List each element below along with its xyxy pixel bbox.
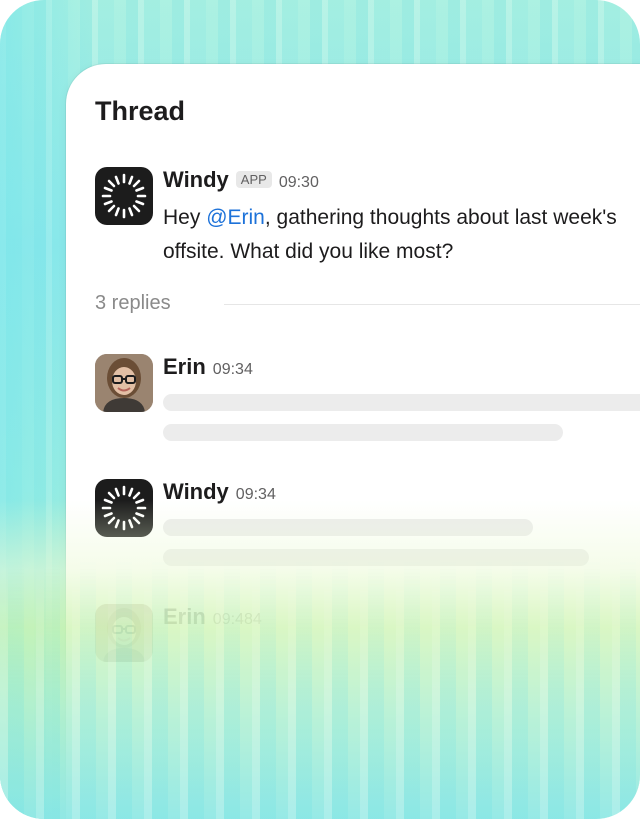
replies-divider (224, 304, 640, 305)
windy-logo-icon (101, 173, 147, 219)
app-badge: APP (235, 171, 272, 188)
author-name[interactable]: Erin (163, 354, 206, 380)
message-time[interactable]: 09:30 (279, 174, 319, 192)
message-text-start: Hey (163, 206, 207, 229)
user-mention[interactable]: @Erin (206, 206, 265, 229)
author-name[interactable]: Windy (163, 479, 229, 505)
author-name[interactable]: Erin (163, 604, 206, 630)
windy-app-avatar[interactable] (95, 479, 153, 537)
reply-count: 3 replies (95, 292, 171, 314)
reply-time[interactable]: 09:484 (213, 611, 262, 629)
erin-avatar[interactable] (95, 354, 153, 412)
message-header: Windy APP 09:30 (163, 167, 319, 193)
author-name[interactable]: Windy (163, 167, 229, 193)
message-text: Hey @Erin, gathering thoughts about last… (163, 201, 640, 269)
loading-line (163, 424, 563, 441)
person-photo-icon (95, 604, 153, 662)
loading-line (163, 549, 589, 566)
reply-header: Windy 09:34 (163, 479, 276, 505)
app-frame: Thread Windy APP 09:30 Hey @Erin, gather… (0, 0, 640, 819)
reply-header: Erin 09:484 (163, 604, 262, 630)
erin-avatar[interactable] (95, 604, 153, 662)
windy-app-avatar[interactable] (95, 167, 153, 225)
reply-time[interactable]: 09:34 (213, 361, 253, 379)
reply-header: Erin 09:34 (163, 354, 253, 380)
loading-line (163, 394, 640, 411)
windy-logo-icon (101, 485, 147, 531)
reply-time[interactable]: 09:34 (236, 486, 276, 504)
loading-line (163, 519, 533, 536)
thread-title: Thread (95, 96, 186, 126)
person-photo-icon (95, 354, 153, 412)
